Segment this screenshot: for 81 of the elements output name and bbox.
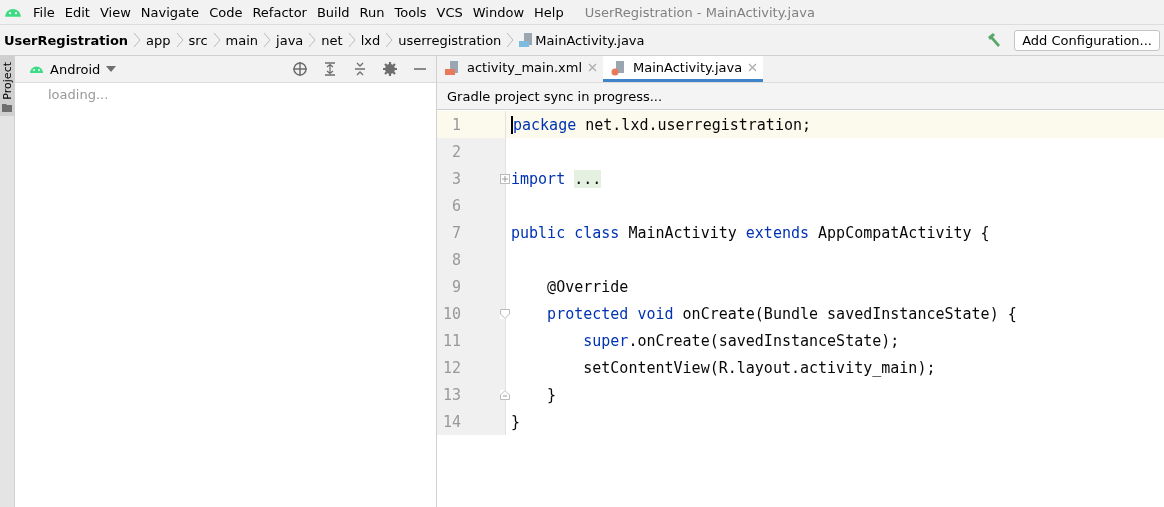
settings-icon[interactable] [382, 61, 398, 77]
menu-item[interactable]: View [94, 4, 136, 20]
line-number: 14 [441, 412, 461, 431]
expand-all-icon[interactable] [322, 61, 338, 77]
menu-item[interactable]: Build [311, 4, 355, 20]
line-number: 1 [450, 115, 461, 134]
code-text: @Override [546, 277, 629, 296]
breadcrumb[interactable]: main [225, 32, 259, 48]
menu-item[interactable]: Tools [389, 4, 432, 20]
folded-code[interactable]: ... [574, 169, 602, 188]
editor-tab[interactable]: MainActivity.java [603, 56, 764, 82]
fold-icon[interactable] [500, 308, 510, 319]
hammer-icon[interactable] [986, 32, 1003, 48]
breadcrumb[interactable]: app [146, 32, 171, 48]
chevron-icon [133, 32, 142, 48]
line-number: 7 [450, 223, 461, 242]
breadcrumb[interactable]: userregistration [398, 32, 502, 48]
chevron-icon [385, 32, 394, 48]
line-number: 13 [441, 385, 461, 404]
menu-item[interactable]: Edit [59, 4, 95, 20]
code-text: onCreate(Bundle savedInstanceState) { [681, 304, 1017, 323]
menu-item[interactable]: Window [467, 4, 530, 20]
menu-item[interactable]: Navigate [135, 4, 205, 20]
close-icon[interactable] [748, 63, 758, 72]
loading-text: loading... [48, 87, 110, 102]
chevron-icon [506, 32, 515, 48]
close-icon[interactable] [588, 63, 597, 72]
code-text: package [513, 115, 577, 134]
menu-item[interactable]: Run [354, 4, 390, 20]
code-text: } [546, 385, 557, 404]
chevron-icon [263, 32, 272, 48]
window-title: UserRegistration - MainActivity.java [584, 4, 815, 20]
editor-tab[interactable]: activity_main.xml [437, 56, 603, 82]
menu-item[interactable]: VCS [431, 4, 468, 20]
code-text: AppCompatActivity { [817, 223, 990, 242]
menu-item[interactable]: Code [204, 4, 248, 20]
collapse-all-icon[interactable] [352, 61, 368, 77]
menu-item[interactable]: Help [529, 4, 569, 20]
code-text: .onCreate(savedInstanceState); [628, 331, 900, 350]
line-number: 3 [450, 169, 461, 188]
line-number: 2 [450, 142, 461, 161]
file-icon [445, 59, 461, 76]
line-number: 12 [441, 358, 461, 377]
code-text: extends [745, 223, 810, 242]
code-text: protected void [546, 304, 674, 323]
breadcrumb[interactable]: UserRegistration [4, 32, 129, 48]
view-selector[interactable]: Android [29, 61, 117, 77]
breadcrumb[interactable]: src [188, 32, 208, 48]
android-icon [4, 6, 22, 18]
folder-icon [2, 103, 12, 112]
line-number: 8 [450, 250, 461, 269]
line-number: 11 [441, 331, 461, 350]
menu-item[interactable]: Refactor [247, 4, 312, 20]
text-caret [511, 115, 513, 134]
code-text: net.lxd.userregistration; [584, 115, 812, 134]
breadcrumb[interactable]: net [321, 32, 343, 48]
code-text: super [582, 331, 629, 350]
fold-icon[interactable] [500, 389, 510, 400]
locate-icon[interactable] [292, 61, 308, 77]
file-icon [611, 59, 627, 76]
line-number: 6 [450, 196, 461, 215]
chevron-icon [308, 32, 317, 48]
code-text: setContentView(R.layout.activity_main); [582, 358, 936, 377]
sync-notification: Gradle project sync in progress... [437, 83, 1164, 110]
breadcrumb[interactable]: MainActivity.java [535, 32, 645, 48]
code-text: MainActivity [627, 223, 738, 242]
code-text: public class [511, 223, 620, 242]
code-text: import [511, 169, 566, 188]
android-icon [29, 64, 44, 74]
breadcrumb[interactable]: java [276, 32, 304, 48]
dropdown-icon [106, 66, 117, 72]
add-configuration-button[interactable]: Add Configuration... [1014, 29, 1160, 51]
line-number: 10 [441, 304, 461, 323]
line-number: 9 [450, 277, 461, 296]
menu-item[interactable]: File [28, 4, 60, 20]
chevron-icon [347, 32, 356, 48]
chevron-icon [212, 32, 221, 48]
expand-fold-icon[interactable] [500, 173, 510, 184]
code-text: } [511, 412, 521, 431]
breadcrumb[interactable]: lxd [360, 32, 381, 48]
chevron-icon [175, 32, 184, 48]
